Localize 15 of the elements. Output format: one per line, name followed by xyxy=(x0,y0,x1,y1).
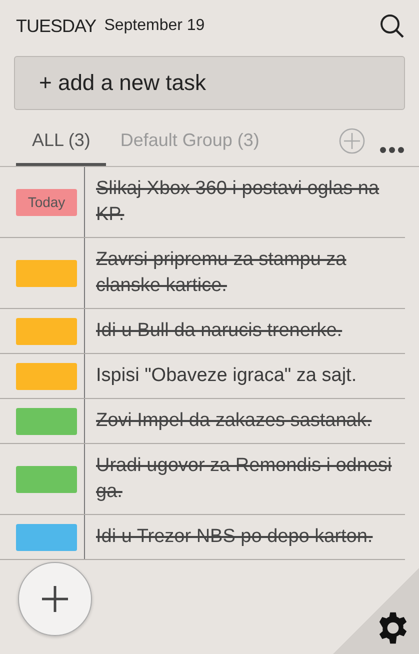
weekday-label: TUESDAY xyxy=(16,16,96,36)
task-text[interactable]: Zovi Impel da zakazes sastanak. xyxy=(85,399,405,443)
search-icon[interactable] xyxy=(379,13,405,39)
task-text[interactable]: Uradi ugovor za Remondis i odnesi ga. xyxy=(85,444,405,514)
group-tab[interactable]: ALL (3) xyxy=(16,130,106,166)
date-label: September 19 xyxy=(104,17,206,35)
task-text[interactable]: Slikaj Xbox 360 i postavi oglas na KP. xyxy=(85,167,405,237)
task-text[interactable]: Idi u Bull da narucis trenerke. xyxy=(85,309,405,353)
task-text[interactable]: Zavrsi pripremu za stampu za clanske kartice. xyxy=(85,238,405,308)
more-icon[interactable] xyxy=(379,146,405,154)
date-tag: Today xyxy=(16,188,77,216)
add-task-button[interactable]: + add a new task xyxy=(14,56,405,110)
task-text[interactable]: Ispisi "Obaveze igraca" za sajt. xyxy=(85,354,405,398)
task-text[interactable]: Idi u Trezor NBS po depo karton. xyxy=(85,515,405,559)
plus-icon xyxy=(40,584,70,614)
